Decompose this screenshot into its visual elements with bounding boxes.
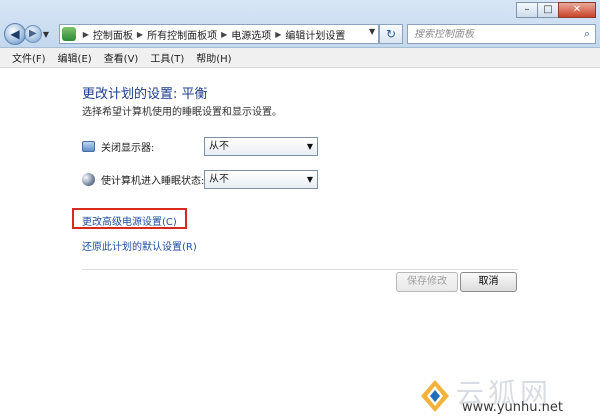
- sleep-value: 从不: [209, 174, 229, 185]
- breadcrumb-power-options[interactable]: 电源选项: [231, 27, 271, 42]
- address-bar[interactable]: ▶ 控制面板 ▶ 所有控制面板项 ▶ 电源选项 ▶ 编辑计划设置 ▼: [58, 24, 380, 44]
- sleep-label: 使计算机进入睡眠状态:: [101, 175, 205, 187]
- sleep-row: 使计算机进入睡眠状态:: [82, 169, 204, 189]
- menu-tools[interactable]: 工具(T): [144, 50, 190, 65]
- display-off-label: 关闭显示器:: [101, 142, 155, 154]
- advanced-power-settings-link[interactable]: 更改高级电源设置(C): [82, 213, 177, 228]
- moon-icon: [82, 172, 95, 186]
- minimize-button[interactable]: –: [516, 2, 538, 18]
- search-input[interactable]: [413, 28, 574, 40]
- menu-file[interactable]: 文件(F): [6, 50, 52, 65]
- chevron-down-icon: ▼: [306, 142, 313, 151]
- forward-button[interactable]: ▶: [23, 25, 42, 43]
- divider: [82, 269, 518, 270]
- breadcrumb-all-items[interactable]: 所有控制面板项: [147, 27, 217, 42]
- menu-edit[interactable]: 编辑(E): [52, 50, 98, 65]
- search-icon[interactable]: ⌕: [584, 27, 590, 41]
- watermark-url: www.yunhu.net: [462, 400, 563, 415]
- restore-defaults-link[interactable]: 还原此计划的默认设置(R): [82, 238, 197, 253]
- breadcrumb-separator[interactable]: ▶: [275, 30, 281, 39]
- display-off-value: 从不: [209, 141, 229, 152]
- address-dropdown-icon[interactable]: ▼: [369, 27, 375, 36]
- main-content: 更改计划的设置: 平衡 选择希望计算机使用的睡眠设置和显示设置。 关闭显示器: …: [0, 69, 600, 420]
- menu-bar: 文件(F) 编辑(E) 查看(V) 工具(T) 帮助(H): [0, 48, 600, 68]
- maximize-button[interactable]: □: [537, 2, 559, 18]
- navigation-row: ◀ ▶ ▼ ▶ 控制面板 ▶ 所有控制面板项 ▶ 电源选项 ▶ 编辑计划设置 ▼…: [4, 22, 597, 46]
- cancel-button[interactable]: 取消: [460, 272, 517, 292]
- search-box[interactable]: ⌕: [406, 24, 597, 44]
- chevron-down-icon: ▼: [306, 175, 313, 184]
- breadcrumb-separator[interactable]: ▶: [137, 30, 143, 39]
- close-button[interactable]: ✕: [558, 2, 596, 18]
- breadcrumb-separator[interactable]: ▶: [221, 30, 227, 39]
- watermark-logo-icon: [421, 380, 449, 412]
- control-panel-icon: [61, 27, 76, 41]
- monitor-icon: [82, 140, 95, 152]
- display-off-row: 关闭显示器:: [82, 136, 154, 156]
- display-off-select[interactable]: 从不 ▼: [204, 137, 318, 156]
- breadcrumb-edit-plan[interactable]: 编辑计划设置: [285, 27, 345, 42]
- recent-pages-dropdown[interactable]: ▼: [43, 30, 53, 39]
- window-chrome: – □ ✕ ◀ ▶ ▼ ▶ 控制面板 ▶ 所有控制面板项 ▶ 电源选项 ▶ 编辑…: [0, 0, 600, 48]
- save-changes-button[interactable]: 保存修改: [396, 272, 458, 292]
- menu-view[interactable]: 查看(V): [98, 50, 145, 65]
- page-title: 更改计划的设置: 平衡: [82, 87, 208, 102]
- breadcrumb-control-panel[interactable]: 控制面板: [93, 27, 133, 42]
- menu-help[interactable]: 帮助(H): [190, 50, 237, 65]
- back-button[interactable]: ◀: [4, 23, 26, 45]
- sleep-select[interactable]: 从不 ▼: [204, 170, 318, 189]
- page-subtitle: 选择希望计算机使用的睡眠设置和显示设置。: [82, 107, 282, 118]
- breadcrumb-separator[interactable]: ▶: [83, 30, 89, 39]
- refresh-button[interactable]: ↻: [379, 24, 403, 44]
- window-controls: – □ ✕: [516, 2, 596, 18]
